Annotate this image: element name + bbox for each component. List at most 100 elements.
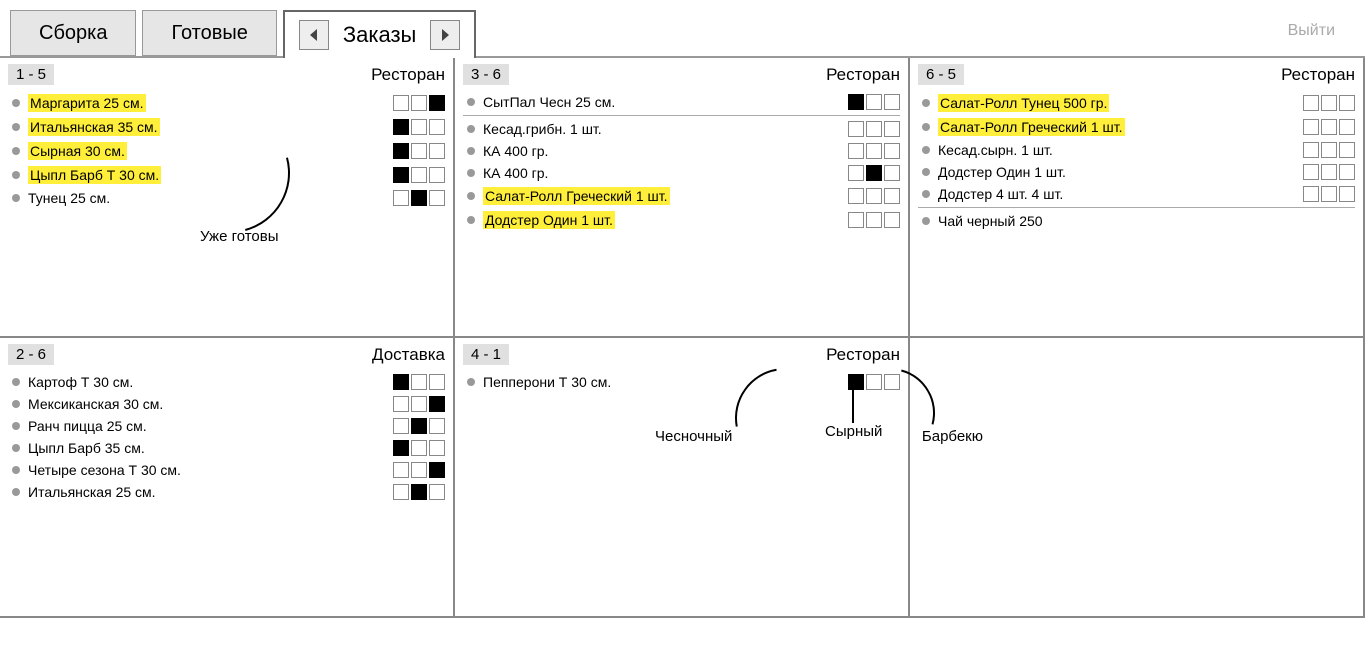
sauce-box[interactable] (411, 484, 427, 500)
order-item[interactable]: КА 400 гр. (463, 140, 900, 162)
sauce-box[interactable] (411, 119, 427, 135)
sauce-box[interactable] (866, 188, 882, 204)
sauce-box[interactable] (429, 143, 445, 159)
sauce-box[interactable] (429, 167, 445, 183)
bullet-icon (467, 98, 475, 106)
order-item[interactable]: СытПал Чесн 25 см. (463, 91, 900, 113)
sauce-box[interactable] (411, 167, 427, 183)
sauce-box[interactable] (866, 165, 882, 181)
sauce-box[interactable] (1339, 164, 1355, 180)
sauce-box[interactable] (393, 374, 409, 390)
order-item[interactable]: Мексиканская 30 см. (8, 393, 445, 415)
sauce-box[interactable] (884, 94, 900, 110)
sauce-box[interactable] (1339, 119, 1355, 135)
tab-ready[interactable]: Готовые (142, 10, 276, 56)
sauce-box[interactable] (1303, 186, 1319, 202)
sauce-box[interactable] (848, 165, 864, 181)
sauce-box[interactable] (411, 396, 427, 412)
sauce-box[interactable] (1303, 95, 1319, 111)
order-item[interactable]: Салат-Ролл Тунец 500 гр. (918, 91, 1355, 115)
sauce-box[interactable] (429, 119, 445, 135)
sauce-box[interactable] (1303, 164, 1319, 180)
sauce-box[interactable] (884, 374, 900, 390)
sauce-box[interactable] (866, 143, 882, 159)
sauce-box[interactable] (429, 190, 445, 206)
sauce-box[interactable] (393, 440, 409, 456)
sauce-box[interactable] (429, 418, 445, 434)
sauce-box[interactable] (411, 143, 427, 159)
sauce-box[interactable] (393, 484, 409, 500)
order-item[interactable]: Кесад.сырн. 1 шт. (918, 139, 1355, 161)
logout-link[interactable]: Выйти (1288, 22, 1335, 40)
sauce-box[interactable] (884, 212, 900, 228)
order-item[interactable]: Салат-Ролл Греческий 1 шт. (463, 184, 900, 208)
bullet-icon (467, 147, 475, 155)
orders-next-button[interactable] (430, 20, 460, 50)
sauce-box[interactable] (429, 95, 445, 111)
order-item[interactable]: Чай черный 250 (918, 210, 1355, 232)
sauce-box[interactable] (429, 484, 445, 500)
order-item[interactable]: Сырная 30 см. (8, 139, 445, 163)
sauce-box[interactable] (866, 121, 882, 137)
sauce-box[interactable] (393, 167, 409, 183)
sauce-box[interactable] (1339, 142, 1355, 158)
order-item[interactable]: Тунец 25 см. (8, 187, 445, 209)
order-item[interactable]: Картоф Т 30 см. (8, 371, 445, 393)
order-item[interactable]: Додстер Один 1 шт. (918, 161, 1355, 183)
order-item[interactable]: Салат-Ролл Греческий 1 шт. (918, 115, 1355, 139)
tab-assembly[interactable]: Сборка (10, 10, 136, 56)
order-item[interactable]: Додстер 4 шт. 4 шт. (918, 183, 1355, 205)
sauce-box[interactable] (411, 190, 427, 206)
order-item[interactable]: Кесад.грибн. 1 шт. (463, 118, 900, 140)
sauce-box[interactable] (1303, 119, 1319, 135)
order-item[interactable]: Ранч пицца 25 см. (8, 415, 445, 437)
sauce-box[interactable] (429, 440, 445, 456)
sauce-box[interactable] (411, 374, 427, 390)
sauce-box[interactable] (848, 374, 864, 390)
sauce-box[interactable] (411, 418, 427, 434)
sauce-box[interactable] (411, 440, 427, 456)
sauce-box[interactable] (884, 188, 900, 204)
order-item[interactable]: Итальянская 35 см. (8, 115, 445, 139)
sauce-box[interactable] (848, 143, 864, 159)
sauce-box[interactable] (1339, 186, 1355, 202)
order-item[interactable]: КА 400 гр. (463, 162, 900, 184)
sauce-box[interactable] (866, 374, 882, 390)
sauce-box[interactable] (1321, 95, 1337, 111)
sauce-box[interactable] (429, 462, 445, 478)
sauce-box[interactable] (866, 94, 882, 110)
sauce-box[interactable] (1303, 142, 1319, 158)
order-item[interactable]: Цыпл Барб 35 см. (8, 437, 445, 459)
sauce-box[interactable] (393, 95, 409, 111)
sauce-box[interactable] (848, 212, 864, 228)
sauce-box[interactable] (848, 121, 864, 137)
sauce-box[interactable] (884, 143, 900, 159)
sauce-box[interactable] (393, 143, 409, 159)
sauce-box[interactable] (884, 121, 900, 137)
sauce-box[interactable] (884, 165, 900, 181)
order-item[interactable]: Додстер Один 1 шт. (463, 208, 900, 232)
sauce-box[interactable] (393, 119, 409, 135)
sauce-box[interactable] (1339, 95, 1355, 111)
orders-prev-button[interactable] (299, 20, 329, 50)
sauce-box[interactable] (1321, 186, 1337, 202)
sauce-box[interactable] (1321, 119, 1337, 135)
sauce-box[interactable] (1321, 164, 1337, 180)
sauce-box[interactable] (393, 462, 409, 478)
sauce-box[interactable] (411, 95, 427, 111)
order-item[interactable]: Цыпл Барб Т 30 см. (8, 163, 445, 187)
order-item[interactable]: Четыре сезона Т 30 см. (8, 459, 445, 481)
sauce-box[interactable] (411, 462, 427, 478)
sauce-box[interactable] (429, 396, 445, 412)
order-item[interactable]: Маргарита 25 см. (8, 91, 445, 115)
sauce-box[interactable] (393, 396, 409, 412)
order-item[interactable]: Итальянская 25 см. (8, 481, 445, 503)
sauce-box[interactable] (393, 418, 409, 434)
sauce-box[interactable] (848, 94, 864, 110)
order-item[interactable]: Пепперони Т 30 см. (463, 371, 900, 393)
sauce-box[interactable] (866, 212, 882, 228)
sauce-box[interactable] (848, 188, 864, 204)
sauce-box[interactable] (1321, 142, 1337, 158)
sauce-box[interactable] (393, 190, 409, 206)
sauce-box[interactable] (429, 374, 445, 390)
